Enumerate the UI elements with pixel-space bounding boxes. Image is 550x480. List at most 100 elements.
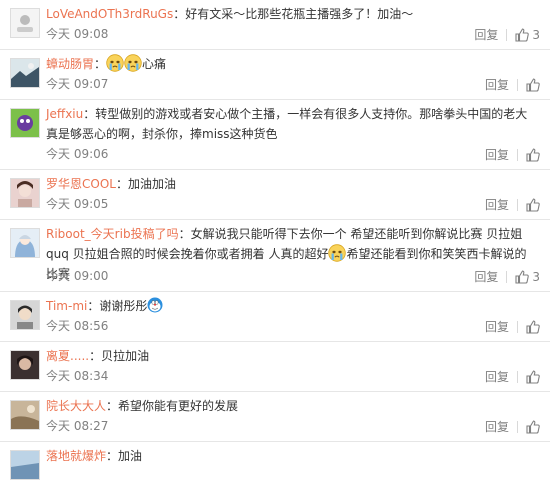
reply-button[interactable]: 回复 xyxy=(485,76,509,93)
comment-nickname[interactable]: 院长大大人 xyxy=(46,399,106,413)
avatar[interactable] xyxy=(10,450,40,480)
colon-separator: ： xyxy=(106,449,119,463)
comment-time: 今天 08:56 xyxy=(46,319,109,333)
comment-item: LoVeAndOTh3rdRuGs：好有文采～比那些花瓶主播强多了！加油～ 今天… xyxy=(0,0,550,50)
comment-nickname[interactable]: Tim-mi xyxy=(46,299,87,313)
avatar[interactable] xyxy=(10,300,40,330)
comment-text: 加油加油 xyxy=(127,177,176,191)
comment-item: 院长大大人：希望你能有更好的发展 今天 08:27 回复 xyxy=(0,392,550,442)
divider xyxy=(517,370,518,383)
comment-body: 蟑动肠胃： 心痛 xyxy=(46,54,538,74)
crying-face-emoji xyxy=(106,54,124,72)
avatar[interactable] xyxy=(10,178,40,208)
comment-nickname[interactable]: 蟑动肠胃 xyxy=(46,57,94,71)
comment-item: Jeffxiu：转型做别的游戏或者安心做个主播，一样会有很多人支持你。那啥拳头中… xyxy=(0,100,550,170)
comment-actions: 回复 xyxy=(485,196,540,213)
like-button[interactable] xyxy=(526,369,540,384)
divider xyxy=(517,320,518,333)
comment-body: 离夏.....：贝拉加油 xyxy=(46,346,538,366)
crying-face-emoji xyxy=(328,244,347,262)
divider xyxy=(517,148,518,161)
avatar[interactable] xyxy=(10,58,40,88)
comment-nickname[interactable]: Riboot_今天rib投稿了吗 xyxy=(46,227,179,241)
like-button[interactable] xyxy=(526,197,540,212)
comment-time: 今天 09:00 xyxy=(46,269,109,283)
comment-nickname[interactable]: 落地就爆炸 xyxy=(46,449,106,463)
comment-item: Riboot_今天rib投稿了吗：女解说我只能听得下去你一个 希望还能听到你解说… xyxy=(0,220,550,292)
like-button[interactable] xyxy=(526,77,540,92)
comment-time: 今天 09:08 xyxy=(46,27,109,41)
thumbs-up-icon xyxy=(515,269,530,284)
comment-actions: 回复 3 xyxy=(474,268,540,285)
comment-body: 院长大大人：希望你能有更好的发展 xyxy=(46,396,538,416)
thumbs-up-icon xyxy=(526,77,540,92)
comment-text: 好有文采～比那些花瓶主播强多了！加油～ xyxy=(185,7,414,21)
comment-body: Riboot_今天rib投稿了吗：女解说我只能听得下去你一个 希望还能听到你解说… xyxy=(46,224,538,284)
like-button[interactable] xyxy=(526,319,540,334)
comment-time: 今天 08:34 xyxy=(46,369,109,383)
divider xyxy=(517,420,518,433)
comment-nickname[interactable]: 罗华恩COOL xyxy=(46,177,116,191)
comment-body: LoVeAndOTh3rdRuGs：好有文采～比那些花瓶主播强多了！加油～ xyxy=(46,4,538,24)
comment-text: 心痛 xyxy=(142,57,167,71)
comment-item: 离夏.....：贝拉加油 今天 08:34 回复 xyxy=(0,342,550,392)
like-count: 3 xyxy=(532,269,540,284)
colon-separator: ： xyxy=(115,177,128,191)
divider xyxy=(506,270,508,283)
comment-actions: 回复 xyxy=(485,318,540,335)
like-button[interactable] xyxy=(526,419,540,434)
colon-separator: ： xyxy=(173,7,186,21)
comment-nickname[interactable]: LoVeAndOTh3rdRuGs xyxy=(46,7,173,21)
colon-separator: ： xyxy=(87,299,100,313)
comment-nickname[interactable]: Jeffxiu xyxy=(46,107,83,121)
reply-button[interactable]: 回复 xyxy=(474,268,498,285)
avatar[interactable] xyxy=(10,8,40,38)
comment-body: 罗华恩COOL：加油加油 xyxy=(46,174,538,194)
comment-body: Jeffxiu：转型做别的游戏或者安心做个主播，一样会有很多人支持你。那啥拳头中… xyxy=(46,104,538,144)
thumbs-up-icon xyxy=(526,197,540,212)
divider xyxy=(506,28,508,41)
comment-body: 落地就爆炸：加油 xyxy=(46,446,538,466)
comment-item: 罗华恩COOL：加油加油 今天 09:05 回复 xyxy=(0,170,550,220)
comment-actions: 回复 xyxy=(485,76,540,93)
colon-separator: ： xyxy=(83,107,96,121)
avatar[interactable] xyxy=(10,400,40,430)
colon-separator: ： xyxy=(106,399,119,413)
comment-item: 蟑动肠胃： 心痛 今天 09:07 回复 xyxy=(0,50,550,100)
reply-button[interactable]: 回复 xyxy=(485,368,509,385)
comment-text: 转型做别的游戏或者安心做个主播，一样会有很多人支持你。那啥拳头中国的老大真是够恶… xyxy=(46,107,528,141)
comment-text: 谢谢彤彤 xyxy=(99,299,148,313)
comment-actions: 回复 xyxy=(485,368,540,385)
comment-actions: 回复 xyxy=(485,146,540,163)
divider xyxy=(517,78,518,91)
colon-separator: ： xyxy=(89,349,102,363)
comment-time: 今天 09:07 xyxy=(46,77,109,91)
reply-button[interactable]: 回复 xyxy=(485,418,509,435)
reply-button[interactable]: 回复 xyxy=(485,146,509,163)
comment-text: 希望你能有更好的发展 xyxy=(118,399,239,413)
reply-button[interactable]: 回复 xyxy=(485,318,509,335)
avatar[interactable] xyxy=(10,350,40,380)
like-button[interactable]: 3 xyxy=(515,28,540,42)
like-button[interactable] xyxy=(526,147,540,162)
comment-body: Tim-mi：谢谢彤彤 xyxy=(46,296,538,316)
avatar[interactable] xyxy=(10,228,40,258)
colon-separator: ： xyxy=(178,227,191,241)
crying-face-emoji xyxy=(124,54,142,72)
comment-nickname[interactable]: 离夏..... xyxy=(46,349,89,363)
reply-button[interactable]: 回复 xyxy=(485,196,509,213)
comment-actions: 回复 3 xyxy=(474,26,540,43)
reply-button[interactable]: 回复 xyxy=(474,26,498,43)
comment-list: LoVeAndOTh3rdRuGs：好有文采～比那些花瓶主播强多了！加油～ 今天… xyxy=(0,0,550,480)
avatar[interactable] xyxy=(10,108,40,138)
thumbs-up-icon xyxy=(526,319,540,334)
like-count: 3 xyxy=(532,27,540,42)
thumbs-up-icon xyxy=(515,27,530,42)
like-button[interactable]: 3 xyxy=(515,270,540,284)
comment-time: 今天 09:05 xyxy=(46,197,109,211)
comment-text: 加油 xyxy=(118,449,143,463)
comment-actions: 回复 xyxy=(485,418,540,435)
comment-item: 落地就爆炸：加油 xyxy=(0,442,550,480)
doraemon-emoji xyxy=(147,297,163,313)
thumbs-up-icon xyxy=(526,147,540,162)
